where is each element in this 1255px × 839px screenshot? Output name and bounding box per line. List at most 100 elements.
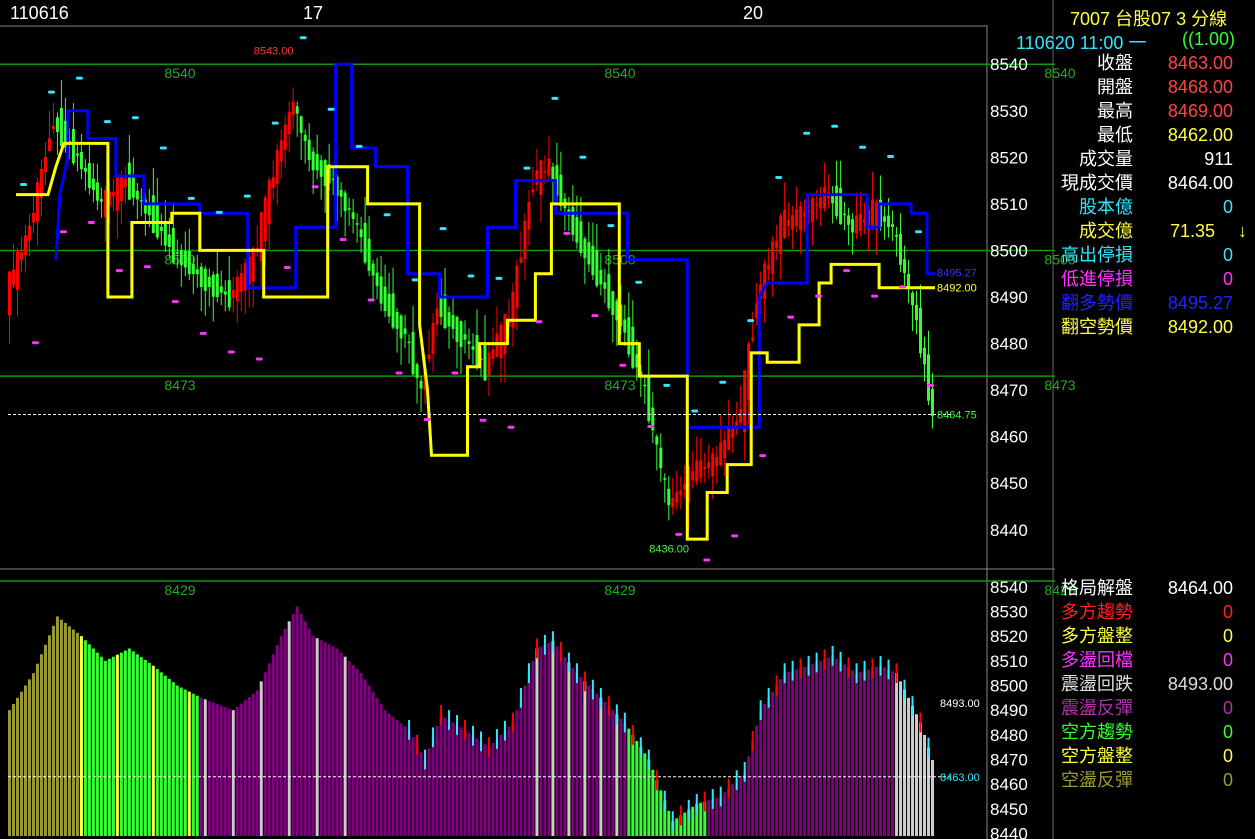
candle-body — [195, 269, 199, 275]
magenta-marker — [619, 363, 627, 367]
candle-body — [551, 166, 555, 180]
indicator-bar — [507, 726, 511, 836]
quote-label: 翻多勢價 — [1061, 293, 1133, 313]
indicator-bar — [763, 704, 767, 836]
candle-body — [911, 292, 915, 306]
y-tick-label: 8540 — [990, 55, 1028, 74]
candle-body — [451, 315, 455, 329]
pattern-label: 空方趨勢 — [1061, 722, 1133, 742]
indicator-bar — [327, 644, 331, 836]
indicator-bar — [651, 769, 655, 836]
candle-body — [199, 266, 203, 288]
indicator-bar — [255, 690, 259, 836]
reference-label: 8473 — [1044, 377, 1075, 393]
indicator-bar — [223, 707, 227, 836]
indicator-bar — [683, 812, 687, 836]
price-annotation: 8495.27 — [937, 267, 977, 279]
indicator-bar — [867, 669, 871, 836]
candle-body — [743, 370, 747, 432]
pattern-value: 0 — [1222, 698, 1233, 718]
indicator-bar — [347, 660, 351, 836]
candle-body — [51, 125, 55, 130]
indicator-bar — [231, 710, 235, 836]
candle-body — [219, 286, 223, 293]
candle-body — [399, 315, 403, 339]
candle-body — [783, 209, 787, 239]
pattern-value: 8464.00 — [1167, 578, 1233, 598]
quote-value: 8462.00 — [1167, 125, 1233, 145]
price-annotation: 8543.00 — [254, 45, 294, 57]
y-tick-label: 8500 — [990, 241, 1028, 260]
candle-body — [623, 319, 627, 333]
indicator-bar — [251, 693, 255, 836]
candle-body — [647, 374, 651, 421]
indicator-bar — [587, 685, 591, 836]
magenta-marker — [227, 350, 235, 354]
indicator-bar — [467, 732, 471, 836]
cyan-marker — [75, 76, 83, 80]
indicator-bar — [555, 646, 559, 836]
candle-body — [463, 334, 467, 340]
pattern-panel: 格局解盤 8464.00 多方趨勢 0 多方盤整 0 多盪回檔 0 震盪回跌 8493.00 震盪反… — [1055, 576, 1255, 816]
indicator-bar — [339, 652, 343, 836]
cyan-marker — [439, 227, 447, 231]
candle-body — [723, 440, 727, 458]
candle-body — [251, 248, 255, 282]
indicator-bar — [891, 671, 895, 836]
candle-body — [135, 190, 139, 200]
reference-label: 8540 — [164, 65, 195, 81]
candle-body — [435, 308, 439, 325]
indicator-bar — [603, 701, 607, 836]
indicator-bar — [59, 619, 63, 836]
magenta-marker — [423, 418, 431, 422]
candle-body — [483, 342, 487, 381]
candle-body — [559, 174, 563, 206]
candle-body — [891, 224, 895, 227]
indicator-bar — [71, 629, 75, 836]
candle-body — [427, 354, 431, 360]
candle-body — [775, 240, 779, 249]
cyan-marker — [327, 107, 335, 111]
indicator-bar — [699, 802, 703, 836]
indicator-bar — [155, 669, 159, 836]
indicator-bar — [923, 734, 927, 836]
indicator-bar — [471, 735, 475, 836]
quote-row: 股本億 0 — [1055, 195, 1245, 219]
candle-body — [159, 226, 163, 231]
quote-value: 8463.00 — [1167, 53, 1233, 73]
y-tick-label: 8500 — [990, 676, 1028, 695]
indicator-bar — [423, 759, 427, 836]
candle-body — [111, 192, 115, 197]
indicator-bar — [751, 741, 755, 836]
quote-label: 高出停損 — [1061, 245, 1133, 265]
candle-body — [667, 488, 671, 506]
indicator-bar — [103, 660, 107, 836]
quote-label: 股本億 — [1079, 197, 1133, 217]
indicator-bar — [359, 673, 363, 836]
candle-body — [299, 116, 303, 133]
indicator-bar — [799, 668, 803, 836]
indicator-bar — [447, 720, 451, 836]
indicator-bar — [871, 668, 875, 836]
magenta-marker — [115, 269, 123, 273]
y-tick-label: 8480 — [990, 335, 1028, 354]
candle-body — [411, 332, 415, 375]
indicator-bar — [607, 706, 611, 836]
quote-row: ↓ 成交億 71.35 — [1055, 219, 1247, 243]
indicator-bar — [207, 700, 211, 836]
date-label-end: 20 — [743, 3, 764, 23]
pattern-row: 空方趨勢 0 — [1055, 720, 1245, 744]
candle-body — [575, 217, 579, 243]
candle-body — [31, 212, 35, 223]
indicator-bar — [315, 638, 319, 836]
indicator-bar — [583, 681, 587, 836]
indicator-bar — [183, 689, 187, 836]
indicator-bar — [667, 810, 671, 836]
candle-body — [719, 442, 723, 466]
indicator-bar — [539, 646, 543, 836]
indicator-bar — [599, 697, 603, 836]
indicator-bar — [343, 656, 347, 836]
indicator-bar — [291, 613, 295, 836]
candle-body — [895, 235, 899, 237]
y-tick-label: 8440 — [990, 825, 1028, 839]
